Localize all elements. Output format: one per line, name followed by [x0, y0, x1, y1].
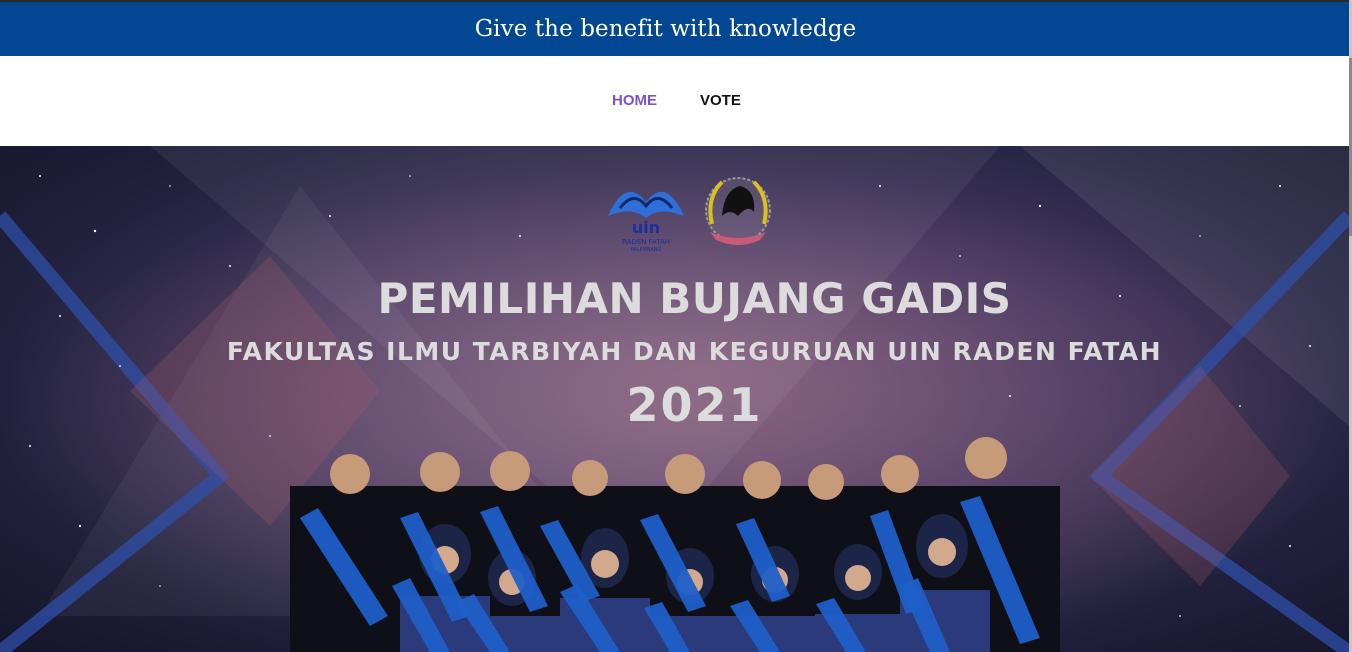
- tagline-header: Give the benefit with knowledge: [0, 2, 1349, 56]
- hero-subtitle: FAKULTAS ILMU TARBIYAH DAN KEGURUAN UIN …: [226, 337, 1163, 366]
- svg-text:PALEMBANG: PALEMBANG: [631, 247, 662, 253]
- tagline-text: Give the benefit with knowledge: [474, 16, 857, 42]
- hero-year: 2021: [626, 378, 763, 432]
- svg-text:uin: uin: [632, 218, 660, 237]
- hero-banner: uin RADEN FATAH PALEMBANG PEMILIHAN BUJA…: [0, 146, 1349, 652]
- svg-text:RADEN FATAH: RADEN FATAH: [622, 238, 670, 246]
- bujang-gadis-emblem: [705, 177, 771, 245]
- hero-title: PEMILIHAN BUJANG GADIS: [377, 274, 1012, 323]
- nav-vote-link[interactable]: VOTE: [700, 92, 741, 109]
- nav-home-link[interactable]: HOME: [612, 92, 657, 109]
- main-navigation: HOME VOTE: [0, 56, 1349, 146]
